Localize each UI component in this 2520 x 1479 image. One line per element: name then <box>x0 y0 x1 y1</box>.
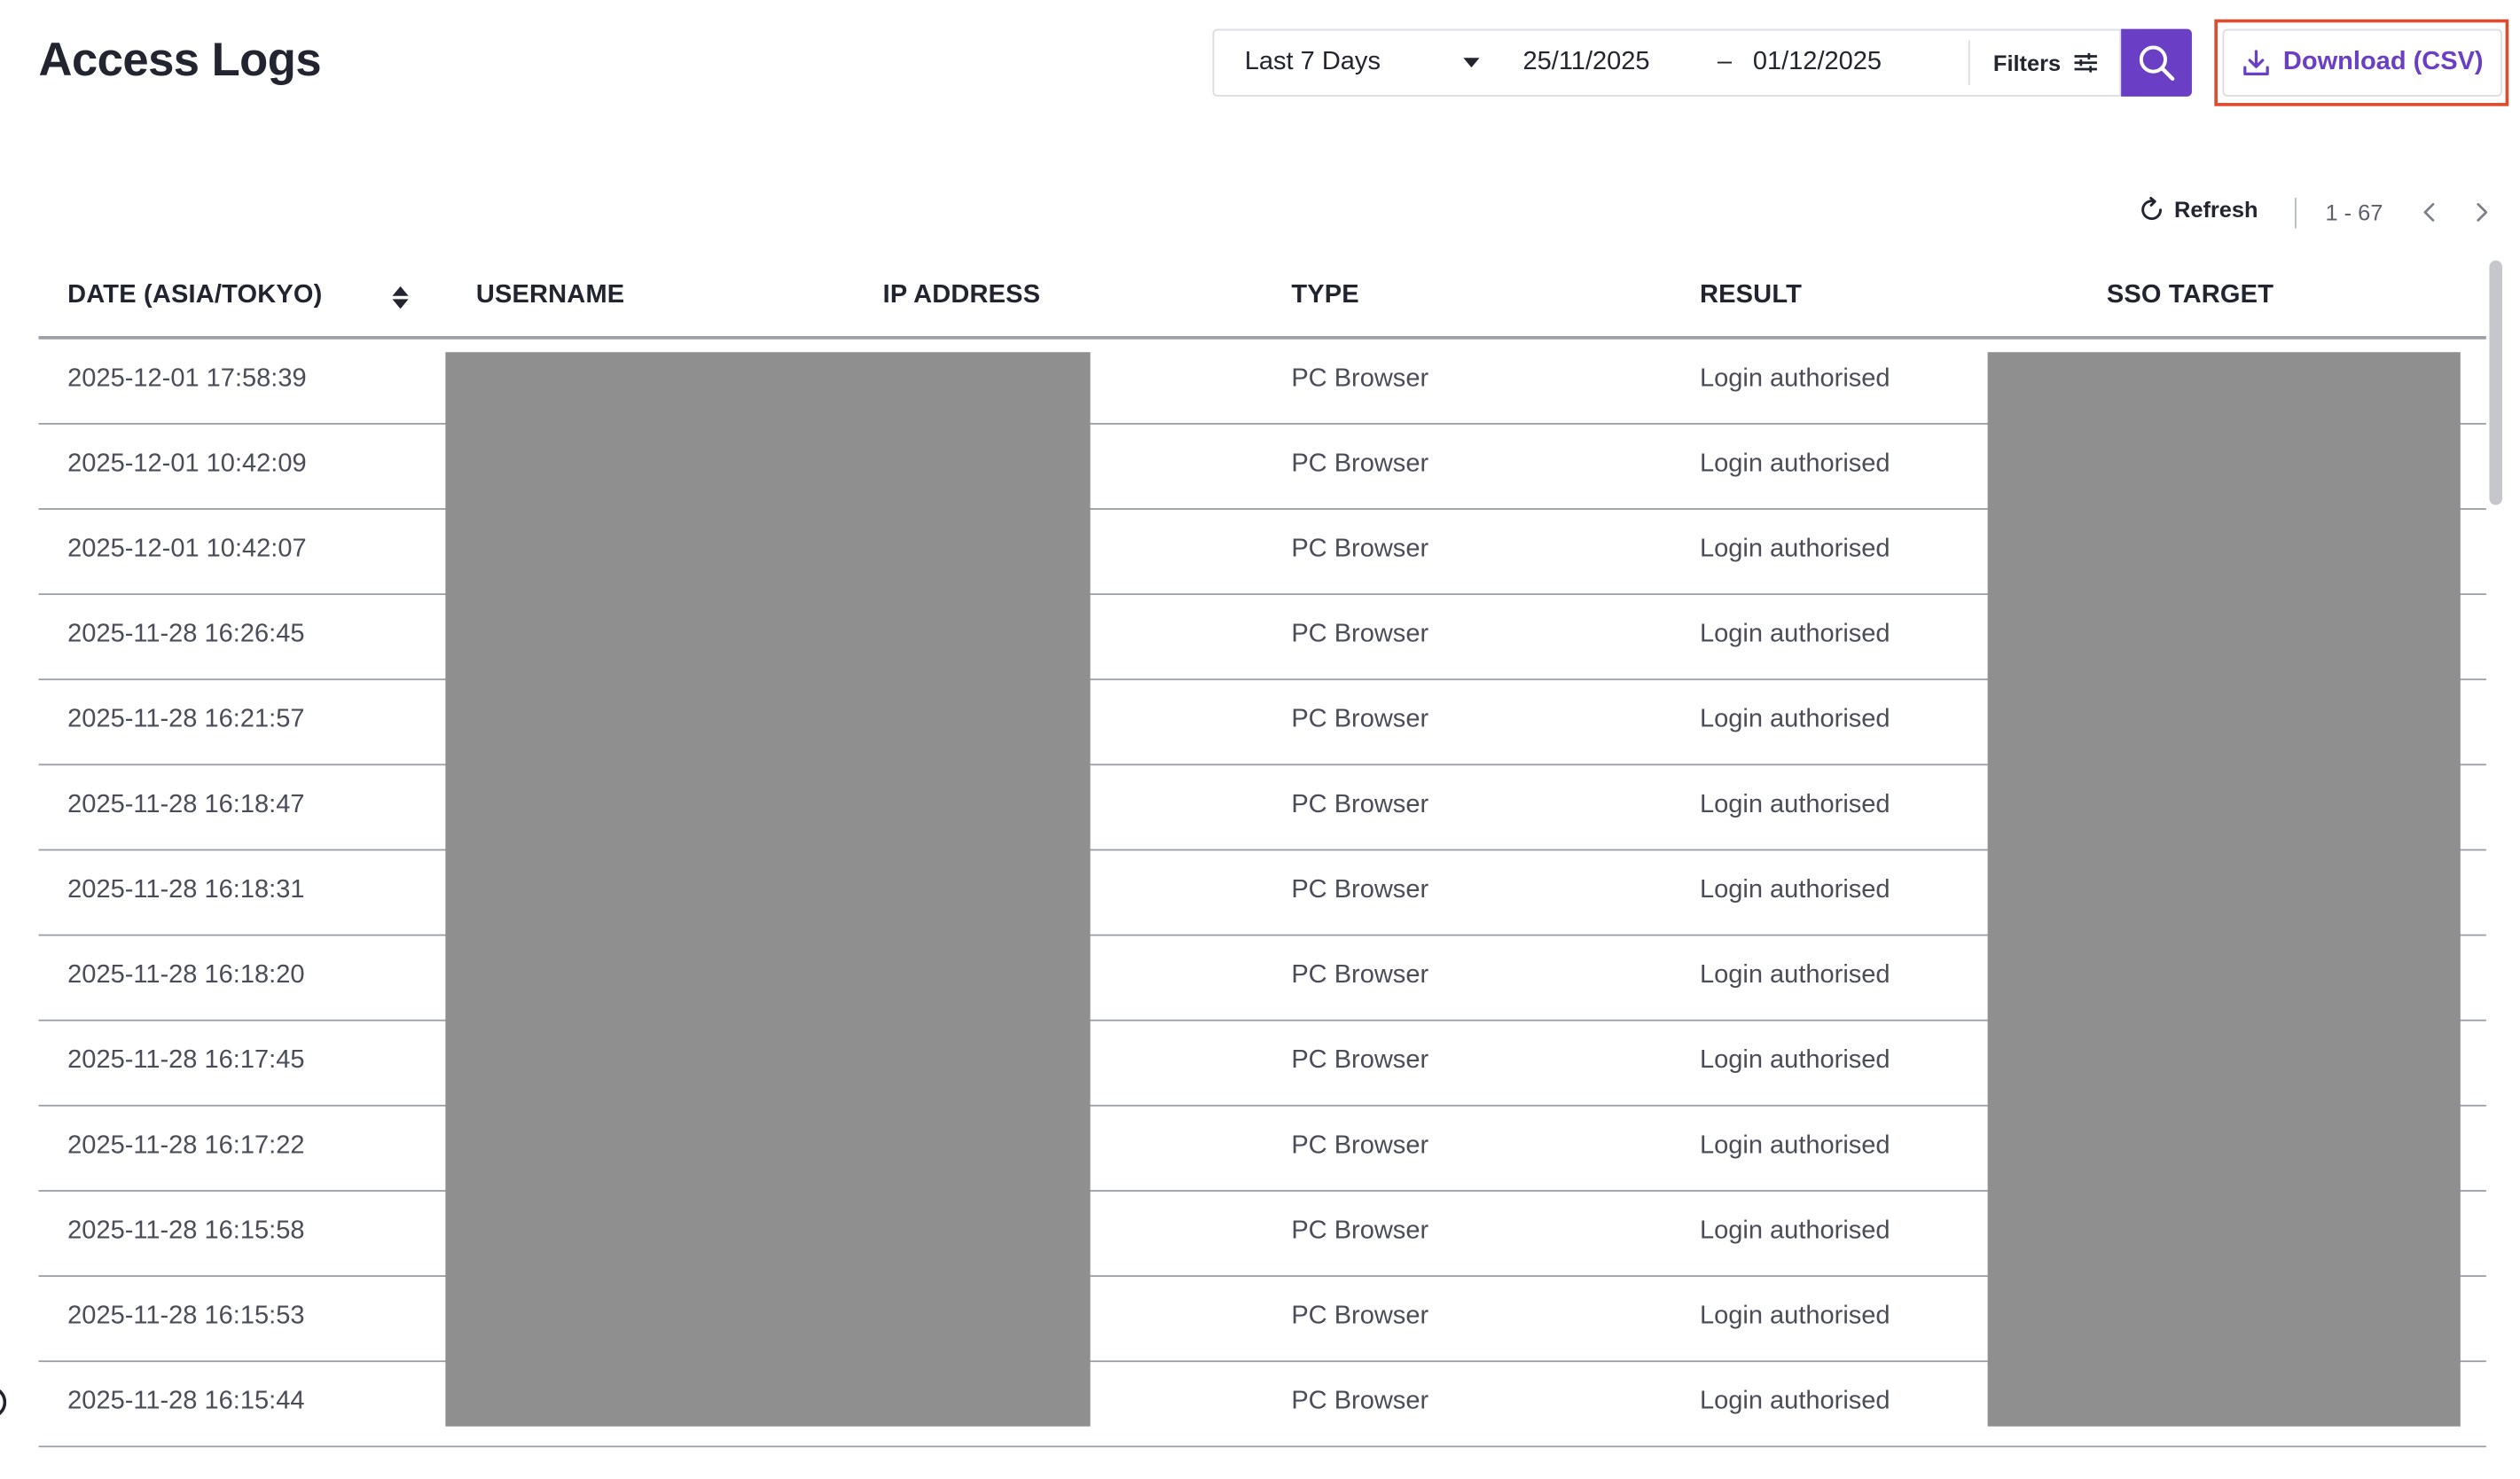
cell-date: 2025-12-01 10:42:07 <box>67 535 307 563</box>
cell-type: PC Browser <box>1291 706 1429 734</box>
date-range-label: Last 7 Days <box>1244 48 1381 76</box>
cell-type: PC Browser <box>1291 535 1429 563</box>
cell-date: 2025-11-28 16:15:58 <box>67 1217 305 1245</box>
download-icon <box>2242 50 2269 76</box>
cell-result: Login authorised <box>1699 791 1890 819</box>
cell-type: PC Browser <box>1291 791 1429 819</box>
cell-date: 2025-12-01 17:58:39 <box>67 364 307 393</box>
cell-date: 2025-11-28 16:26:45 <box>67 621 305 648</box>
column-header-type: TYPE <box>1291 281 1359 309</box>
redacted-sso-target-block <box>1987 352 2461 1427</box>
filter-bar: Last 7 Days 25/11/2025 – 01/12/2025 Filt… <box>1212 28 2122 97</box>
cell-date: 2025-11-28 16:18:47 <box>67 791 305 819</box>
cell-result: Login authorised <box>1699 1217 1890 1245</box>
cell-result: Login authorised <box>1699 1131 1890 1160</box>
cell-date: 2025-11-28 16:18:20 <box>67 961 305 990</box>
cell-result: Login authorised <box>1699 1303 1890 1330</box>
date-to-input[interactable]: 01/12/2025 <box>1753 48 1882 77</box>
cell-result: Login authorised <box>1699 1046 1890 1075</box>
download-csv-button[interactable]: Download (CSV) <box>2222 28 2502 97</box>
date-from-input[interactable]: 25/11/2025 <box>1522 48 1649 77</box>
search-icon <box>2139 45 2175 82</box>
pager-divider <box>2295 198 2297 229</box>
cell-date: 2025-11-28 16:21:57 <box>67 706 305 734</box>
next-page-button[interactable] <box>2470 196 2493 236</box>
cell-type: PC Browser <box>1291 621 1429 648</box>
cell-result: Login authorised <box>1699 535 1890 563</box>
cell-date: 2025-11-28 16:17:22 <box>67 1131 305 1160</box>
chevron-left-icon <box>2423 202 2435 222</box>
previous-page-button[interactable] <box>2419 196 2441 236</box>
column-header-ip-address: IP ADDRESS <box>882 281 1041 309</box>
refresh-button[interactable]: Refresh <box>2139 196 2258 222</box>
cell-type: PC Browser <box>1291 364 1429 393</box>
cell-type: PC Browser <box>1291 876 1429 904</box>
filters-button[interactable]: Filters <box>1970 30 2121 95</box>
page-title: Access Logs <box>38 35 322 87</box>
cell-result: Login authorised <box>1699 450 1890 478</box>
cell-type: PC Browser <box>1291 961 1429 990</box>
cell-date: 2025-11-28 16:17:45 <box>67 1046 305 1075</box>
cell-date: 2025-11-28 16:15:53 <box>67 1303 305 1330</box>
sliders-icon <box>2073 52 2097 73</box>
cell-result: Login authorised <box>1699 364 1890 393</box>
cell-type: PC Browser <box>1291 1131 1429 1160</box>
column-header-date[interactable]: DATE (ASIA/TOKYO) <box>67 281 322 310</box>
date-separator: – <box>1717 48 1733 76</box>
cell-date: 2025-11-28 16:15:44 <box>67 1388 305 1415</box>
search-button[interactable] <box>2121 28 2192 97</box>
column-header-username: USERNAME <box>475 281 625 309</box>
cell-result: Login authorised <box>1699 961 1890 990</box>
cell-result: Login authorised <box>1699 706 1890 734</box>
chevron-right-icon <box>2477 202 2488 222</box>
page-range: 1 - 67 <box>2325 199 2383 225</box>
cell-type: PC Browser <box>1291 450 1429 478</box>
caret-down-icon <box>1463 58 1480 68</box>
scrollbar-thumb[interactable] <box>2489 260 2502 505</box>
refresh-icon <box>2141 196 2163 221</box>
cell-result: Login authorised <box>1699 1388 1890 1415</box>
cell-type: PC Browser <box>1291 1046 1429 1075</box>
cell-type: PC Browser <box>1291 1388 1429 1415</box>
column-header-sso-target: SSO TARGET <box>2106 281 2274 309</box>
cell-type: PC Browser <box>1291 1217 1429 1245</box>
cell-result: Login authorised <box>1699 621 1890 648</box>
redacted-username-ip-block <box>445 352 1091 1427</box>
download-label: Download (CSV) <box>2282 48 2484 76</box>
column-header-result: RESULT <box>1699 281 1802 309</box>
table-header: DATE (ASIA/TOKYO) USERNAME IP ADDRESS TY… <box>38 262 2486 340</box>
sort-icon[interactable] <box>391 285 411 310</box>
cell-result: Login authorised <box>1699 876 1890 904</box>
cell-type: PC Browser <box>1291 1303 1429 1330</box>
cell-date: 2025-11-28 16:18:31 <box>67 876 305 904</box>
refresh-label: Refresh <box>2173 196 2258 223</box>
edge-fragment <box>0 1386 7 1419</box>
filters-label: Filters <box>1992 50 2062 76</box>
date-range-select[interactable]: Last 7 Days <box>1245 30 1480 95</box>
cell-date: 2025-12-01 10:42:09 <box>67 450 307 478</box>
